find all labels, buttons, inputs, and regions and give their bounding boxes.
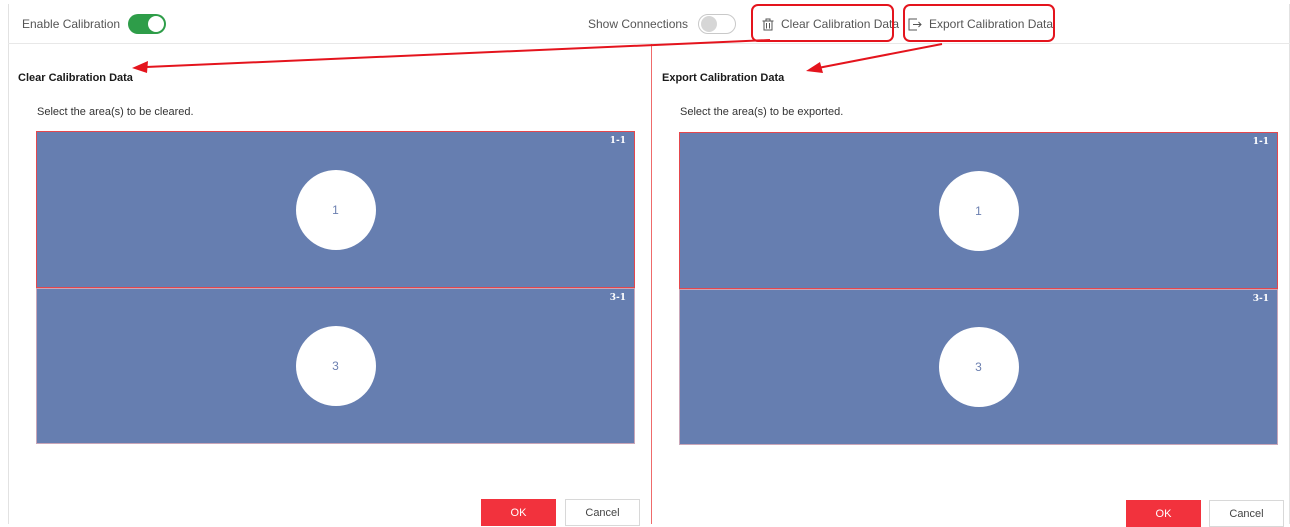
area-tile[interactable]: 1-1 1 [679,132,1278,289]
enable-calibration-control: Enable Calibration [22,4,167,44]
area-tile[interactable]: 3-1 3 [679,289,1278,445]
clear-calibration-data-label: Clear Calibration Data [781,17,900,31]
show-connections-control: Show Connections [588,4,737,44]
clear-calibration-panel: Clear Calibration Data Select the area(s… [8,44,651,526]
toolbar: Enable Calibration Show Connections Clea… [8,4,1290,44]
export-cancel-button[interactable]: Cancel [1209,500,1284,527]
area-tile[interactable]: 1-1 1 [36,131,635,288]
export-icon [908,18,922,31]
area-number: 1 [938,170,1019,251]
enable-calibration-toggle[interactable] [128,14,167,34]
enable-calibration-label: Enable Calibration [22,17,121,31]
area-number: 3 [938,327,1019,407]
show-connections-label: Show Connections [588,17,689,31]
area-number: 1 [295,169,376,250]
area-tag: 3-1 [609,293,626,303]
export-calibration-panel: Export Calibration Data Select the area(… [652,44,1290,527]
clear-panel-hint: Select the area(s) to be cleared. [37,106,194,118]
export-calibration-data-label: Export Calibration Data [929,17,1054,31]
area-number: 3 [295,326,376,406]
area-tag: 1-1 [609,136,626,146]
trash-icon [762,18,774,31]
show-connections-toggle[interactable] [698,14,737,34]
export-ok-button[interactable]: OK [1126,500,1201,527]
toggle-knob [148,16,165,32]
export-panel-title: Export Calibration Data [662,72,785,84]
toggle-knob [701,16,718,32]
clear-calibration-data-button[interactable]: Clear Calibration Data [762,4,899,44]
export-calibration-data-button[interactable]: Export Calibration Data [908,4,1053,44]
export-panel-hint: Select the area(s) to be exported. [680,106,844,118]
area-tile[interactable]: 3-1 3 [36,288,635,444]
clear-panel-title: Clear Calibration Data [18,72,133,84]
area-tag: 1-1 [1252,137,1269,147]
area-tag: 3-1 [1252,294,1269,304]
clear-cancel-button[interactable]: Cancel [565,499,640,526]
clear-ok-button[interactable]: OK [481,499,556,526]
